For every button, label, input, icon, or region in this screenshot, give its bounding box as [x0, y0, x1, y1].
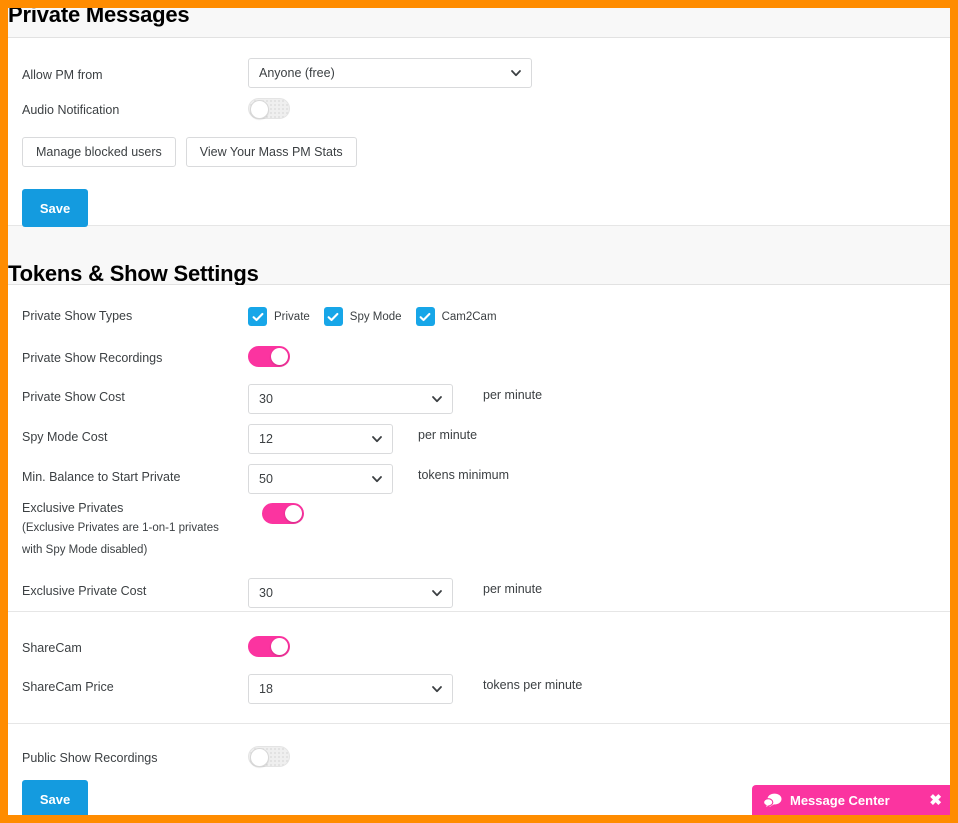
private-show-recordings-toggle[interactable] — [248, 346, 290, 367]
tokens-show-title: Tokens & Show Settings — [8, 261, 259, 286]
public-show-recordings-toggle[interactable] — [248, 746, 290, 767]
check-icon[interactable] — [248, 307, 267, 326]
toggle-knob — [271, 638, 288, 655]
chevron-down-icon — [431, 683, 443, 695]
allow-pm-select[interactable]: Anyone (free) — [248, 58, 532, 88]
row-private-show-cost: Private Show Cost 30 per minute — [8, 379, 950, 414]
public-show-recordings-label: Public Show Recordings — [22, 751, 158, 765]
chevron-down-icon — [371, 473, 383, 485]
sharecam-price-value: 18 — [259, 682, 273, 696]
check-icon[interactable] — [323, 307, 343, 326]
sharecam-price-label: ShareCam Price — [22, 680, 114, 694]
settings-scroll-area[interactable]: Private Messages Allow PM from Anyone (f… — [8, 8, 950, 815]
exclusive-privates-toggle[interactable] — [262, 503, 304, 524]
checkbox-item-spy-mode[interactable]: Spy Mode — [323, 307, 402, 326]
chevron-down-icon — [431, 587, 443, 599]
private-show-types-label: Private Show Types — [22, 309, 133, 324]
private-messages-header: Private Messages — [8, 8, 950, 38]
checkbox-label: Spy Mode — [349, 310, 402, 323]
chevron-down-icon — [431, 393, 443, 405]
row-allow-pm: Allow PM from Anyone (free) — [8, 58, 950, 88]
toggle-knob — [271, 348, 288, 365]
manage-blocked-users-button[interactable]: Manage blocked users — [22, 137, 176, 167]
exclusive-private-cost-label: Exclusive Private Cost — [22, 584, 147, 598]
row-spy-mode-cost: Spy Mode Cost 12 per minute — [8, 419, 950, 454]
allow-pm-value: Anyone (free) — [259, 66, 335, 80]
chat-bubbles-icon — [763, 793, 782, 808]
sharecam-label: ShareCam — [22, 641, 82, 655]
row-public-show-recordings: Public Show Recordings — [8, 746, 950, 767]
private-messages-save-button[interactable]: Save — [22, 189, 88, 227]
private-show-cost-label: Private Show Cost — [22, 390, 125, 404]
min-balance-label: Min. Balance to Start Private — [22, 470, 181, 484]
tokens-show-header: Tokens & Show Settings — [8, 242, 950, 285]
sharecam-toggle[interactable] — [248, 636, 290, 657]
message-center-title: Message Center — [790, 792, 890, 808]
checkbox-item-cam2cam[interactable]: Cam2Cam — [415, 307, 497, 326]
chevron-down-icon — [371, 433, 383, 445]
allow-pm-label: Allow PM from — [22, 68, 103, 82]
private-messages-panel: Allow PM from Anyone (free) Audio Notifi… — [8, 38, 950, 227]
exclusive-privates-label-block: Exclusive Privates (Exclusive Privates a… — [8, 499, 262, 562]
sharecam-panel: ShareCam ShareCam Price 18 tokens per mi… — [8, 612, 950, 723]
private-show-cost-value: 30 — [259, 392, 273, 406]
section-gap-band — [8, 226, 950, 242]
row-sharecam-price: ShareCam Price 18 tokens per minute — [8, 669, 950, 704]
exclusive-private-cost-value: 30 — [259, 586, 273, 600]
private-show-cost-suffix: per minute — [483, 388, 543, 402]
exclusive-privates-note: (Exclusive Privates are 1-on-1 privates … — [22, 522, 219, 556]
row-private-show-recordings: Private Show Recordings — [8, 346, 950, 367]
sharecam-price-suffix: tokens per minute — [483, 678, 583, 692]
toggle-knob — [250, 100, 269, 119]
min-balance-select[interactable]: 50 — [248, 464, 393, 494]
chevron-down-icon — [510, 67, 522, 79]
toggle-knob — [285, 505, 302, 522]
toggle-knob — [250, 748, 269, 767]
spy-mode-cost-select[interactable]: 12 — [248, 424, 393, 454]
private-show-types-checkbox-group: Private Spy Mode Cam2Cam — [248, 307, 497, 326]
close-icon[interactable]: ✖ — [929, 793, 942, 808]
row-exclusive-private-cost: Exclusive Private Cost 30 per minute — [8, 573, 950, 608]
checkbox-item-private[interactable]: Private — [248, 307, 310, 326]
spy-mode-cost-label: Spy Mode Cost — [22, 430, 108, 444]
check-icon[interactable] — [415, 307, 435, 326]
spy-mode-cost-value: 12 — [259, 432, 273, 446]
exclusive-private-cost-suffix: per minute — [483, 582, 543, 596]
row-audio-notification: Audio Notification — [8, 98, 950, 119]
spy-mode-cost-suffix: per minute — [418, 428, 478, 442]
audio-notification-toggle[interactable] — [248, 98, 290, 119]
min-balance-value: 50 — [259, 472, 273, 486]
tokens-show-save-button[interactable]: Save — [22, 780, 88, 815]
pm-buttons-row: Manage blocked users View Your Mass PM S… — [22, 137, 357, 167]
private-show-cost-select[interactable]: 30 — [248, 384, 453, 414]
checkbox-label: Cam2Cam — [441, 310, 497, 323]
sharecam-price-select[interactable]: 18 — [248, 674, 453, 704]
row-min-balance: Min. Balance to Start Private 50 tokens … — [8, 459, 950, 494]
private-show-recordings-label: Private Show Recordings — [22, 351, 163, 365]
min-balance-suffix: tokens minimum — [418, 468, 509, 482]
row-private-show-types: Private Show Types Private Spy Mode Cam2… — [8, 307, 950, 326]
view-mass-pm-stats-button[interactable]: View Your Mass PM Stats — [185, 137, 357, 167]
private-messages-title: Private Messages — [8, 8, 190, 27]
message-center-bar[interactable]: Message Center ✖ — [752, 785, 950, 815]
row-exclusive-privates: Exclusive Privates (Exclusive Privates a… — [8, 499, 950, 562]
exclusive-private-cost-select[interactable]: 30 — [248, 578, 453, 608]
tokens-show-panel: Private Show Types Private Spy Mode Cam2… — [8, 285, 950, 611]
row-sharecam: ShareCam — [8, 636, 950, 657]
browser-page: Private Messages Allow PM from Anyone (f… — [0, 0, 958, 823]
exclusive-privates-label: Exclusive Privates — [22, 501, 124, 515]
checkbox-label: Private — [274, 310, 310, 323]
audio-notification-label: Audio Notification — [22, 103, 120, 117]
